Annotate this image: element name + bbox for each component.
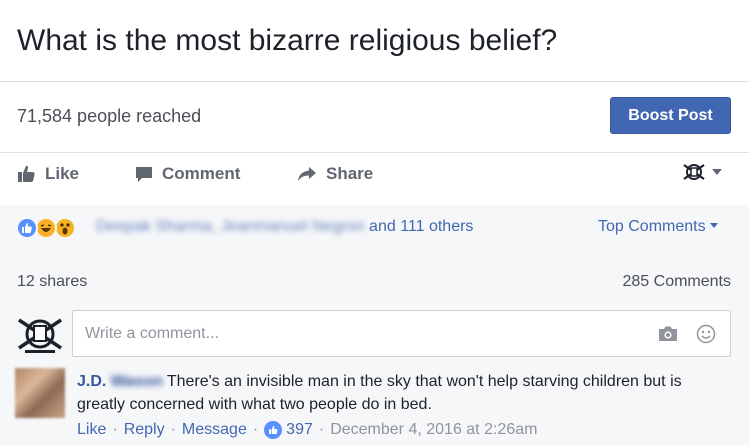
separator-dot: · <box>252 421 259 438</box>
comment-label: Comment <box>162 164 241 183</box>
comment-input[interactable]: Write a comment... <box>72 310 731 357</box>
comment-composer: Write a comment... <box>0 302 749 362</box>
page-logo-icon <box>683 164 705 180</box>
comment-actions: Like · Reply · Message · 397 · December … <box>77 421 537 439</box>
blurred-author-surname[interactable]: Wason <box>111 373 163 390</box>
comment-like-link[interactable]: Like <box>77 421 106 439</box>
like-count-icon <box>264 421 283 439</box>
emoji-icon[interactable] <box>696 324 716 349</box>
share-label: Share <box>326 164 374 183</box>
comment-text: There's an invisible man in the sky that… <box>77 373 682 413</box>
comment-author[interactable]: J.D. <box>77 373 106 390</box>
comment-bubble-icon <box>136 166 152 182</box>
reaction-icons[interactable] <box>16 217 92 239</box>
comment-placeholder: Write a comment... <box>85 325 219 342</box>
separator-dot: · <box>112 421 118 438</box>
comment-message-link[interactable]: Message <box>182 421 247 439</box>
page-avatar <box>15 315 65 357</box>
wow-reaction-icon <box>54 217 76 239</box>
reaction-names[interactable]: Deepak Sharma, Jeanmanuel Negron and 111… <box>96 218 473 236</box>
comment-sort-dropdown[interactable]: Top Comments <box>598 218 718 236</box>
chevron-down-icon <box>712 169 722 175</box>
comment-body: J.D. Wason There's an invisible man in t… <box>77 370 732 416</box>
reactions-summary: Deepak Sharma, Jeanmanuel Negron and 111… <box>0 205 749 250</box>
comment-reply-link[interactable]: Reply <box>124 421 165 439</box>
comment-timestamp[interactable]: December 4, 2016 at 2:26am <box>330 421 537 439</box>
comments-count[interactable]: 285 Comments <box>623 273 732 291</box>
page-voice-selector[interactable] <box>682 162 722 182</box>
divider <box>0 81 749 82</box>
chevron-down-icon <box>709 223 718 228</box>
separator-dot: · <box>318 421 325 438</box>
others-count: and 111 others <box>364 218 474 235</box>
blurred-names: Deepak Sharma, Jeanmanuel Negron <box>96 218 365 235</box>
like-label: Like <box>45 164 80 183</box>
boost-post-button[interactable]: Boost Post <box>610 97 731 134</box>
counts-row: 12 shares 285 Comments <box>0 250 749 302</box>
comment-like-count[interactable]: 397 <box>286 421 313 439</box>
post-action-bar: Like Comment Share <box>0 156 749 196</box>
sort-label: Top Comments <box>598 218 706 235</box>
camera-icon[interactable] <box>658 325 678 347</box>
comment: J.D. Wason There's an invisible man in t… <box>0 362 749 445</box>
separator-dot: · <box>170 421 176 438</box>
share-arrow-icon <box>298 167 316 181</box>
comment-button[interactable]: Comment <box>135 164 240 184</box>
shares-count[interactable]: 12 shares <box>17 273 87 291</box>
divider <box>0 152 749 153</box>
avatar[interactable] <box>15 368 65 418</box>
haha-reaction-icon <box>35 217 57 239</box>
like-button[interactable]: Like <box>17 164 79 184</box>
like-reaction-icon <box>16 217 38 239</box>
thumbs-up-icon <box>18 165 35 182</box>
people-reached[interactable]: 71,584 people reached <box>17 106 201 127</box>
share-button[interactable]: Share <box>297 164 373 184</box>
post-title: What is the most bizarre religious belie… <box>17 24 558 57</box>
